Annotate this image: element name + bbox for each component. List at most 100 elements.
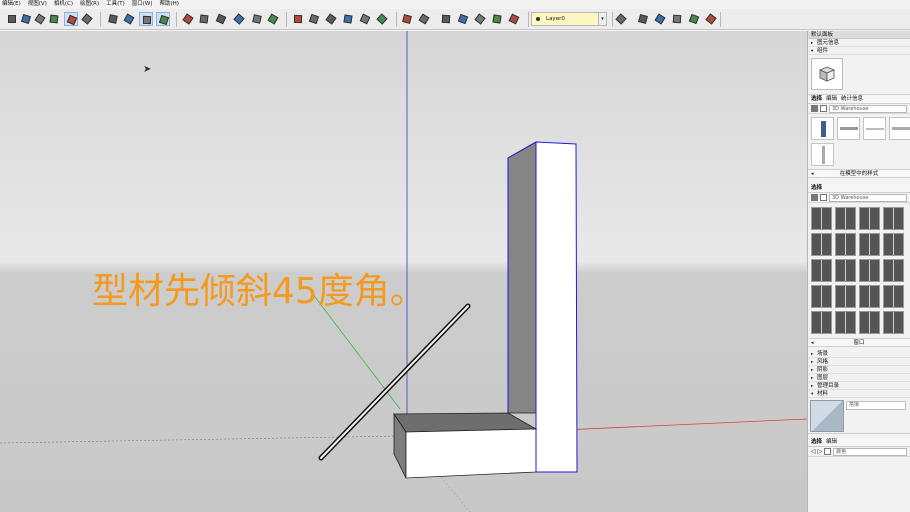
tab-materials-edit[interactable]: 编辑 [826, 438, 837, 446]
tray-section-entity-info[interactable]: ▸ 图元信息 [808, 39, 910, 47]
tab-edit[interactable]: 编辑 [826, 95, 837, 103]
select-icon[interactable] [5, 12, 19, 26]
window-component-thumb[interactable] [883, 311, 904, 334]
home-icon[interactable] [820, 105, 827, 112]
tray-section-layers[interactable]: ▸ 图层 [808, 374, 910, 382]
toolbar-separator [528, 12, 529, 27]
window-component-thumb[interactable] [811, 207, 832, 230]
color-icon[interactable] [80, 12, 94, 26]
layers-icon[interactable] [64, 12, 78, 26]
view-options-icon[interactable] [811, 105, 818, 112]
paint-bucket-icon[interactable] [33, 12, 47, 26]
window-component-thumb[interactable] [811, 285, 832, 308]
menu-edit[interactable]: 编辑(E) [2, 0, 21, 9]
hidden-line-icon[interactable] [490, 12, 504, 26]
window-component-thumb[interactable] [835, 285, 856, 308]
model-viewport[interactable]: 型材先倾斜45度角。 ➤ [0, 31, 807, 512]
window-component-thumb[interactable] [811, 233, 832, 256]
make-component-icon[interactable] [47, 12, 61, 26]
textured-icon[interactable] [456, 12, 470, 26]
shaded-icon[interactable] [439, 12, 453, 26]
material-swatch-icon[interactable] [810, 400, 844, 432]
back-arrow-icon-2[interactable]: ◂ [811, 339, 814, 348]
window-component-thumb[interactable] [859, 207, 880, 230]
right-view-icon[interactable] [341, 12, 355, 26]
window-component-thumb[interactable] [835, 207, 856, 230]
window-component-thumb[interactable] [883, 207, 904, 230]
window-component-thumb[interactable] [859, 259, 880, 282]
components-search-input[interactable]: 3D Warehouse [829, 104, 907, 113]
front-view-icon[interactable] [324, 12, 338, 26]
follow-me-icon[interactable] [156, 12, 170, 26]
menu-tools[interactable]: 工具(T) [106, 0, 125, 9]
window-component-thumb[interactable] [835, 233, 856, 256]
tab-statistics[interactable]: 统计信息 [841, 95, 863, 103]
menu-camera[interactable]: 相机(C) [54, 0, 73, 9]
axes-icon[interactable] [214, 12, 228, 26]
style-icon[interactable] [507, 12, 521, 26]
window-component-thumb[interactable] [835, 311, 856, 334]
tray-section-components[interactable]: ▾ 组件 [808, 47, 910, 55]
menu-view[interactable]: 视图(V) [28, 0, 47, 9]
walk-icon[interactable] [266, 12, 280, 26]
tray-section-outliner[interactable]: ▸ 管理目录 [808, 382, 910, 390]
tray-section-materials[interactable]: ▾ 材料 [808, 390, 910, 398]
window-component-thumb[interactable] [859, 233, 880, 256]
section-display-icon[interactable] [653, 12, 667, 26]
window-component-thumb[interactable] [811, 311, 832, 334]
xray-icon[interactable] [400, 12, 414, 26]
component-thumb-bar-2[interactable] [863, 117, 886, 140]
select-search-input[interactable]: 3D Warehouse [829, 193, 907, 202]
left-view-icon[interactable] [375, 12, 389, 26]
window-component-thumb[interactable] [859, 311, 880, 334]
dimension-icon[interactable] [250, 12, 264, 26]
eraser-icon[interactable] [19, 12, 33, 26]
back-arrow-icon[interactable]: ◂ [811, 170, 814, 179]
component-options-icon[interactable] [687, 12, 701, 26]
tab-materials-select[interactable]: 选择 [811, 438, 822, 446]
home-icon-2[interactable] [820, 194, 827, 201]
chevron-down-icon[interactable]: ▾ [598, 13, 606, 25]
wireframe-icon[interactable] [417, 12, 431, 26]
window-component-thumb[interactable] [835, 259, 856, 282]
tab-select[interactable]: 选择 [811, 95, 822, 103]
back-view-icon[interactable] [358, 12, 372, 26]
window-component-thumb[interactable] [859, 285, 880, 308]
rotate-icon[interactable] [139, 12, 153, 26]
component-thumb-post[interactable] [811, 143, 834, 166]
section-cut-icon[interactable] [670, 12, 684, 26]
tray-section-styles[interactable]: ▸ 风格 [808, 358, 910, 366]
window-component-thumb[interactable] [883, 233, 904, 256]
text-icon[interactable] [232, 12, 246, 26]
tray-section-scenes[interactable]: ▸ 场景 [808, 350, 910, 358]
component-thumb-person[interactable] [811, 117, 834, 140]
layer-manager-icon[interactable] [614, 12, 628, 26]
view-options-icon-2[interactable] [811, 194, 818, 201]
material-preview-area: 搭接 [808, 398, 910, 434]
extension-icon[interactable] [704, 12, 718, 26]
top-view-icon[interactable] [307, 12, 321, 26]
menu-window[interactable]: 窗口(W) [132, 0, 153, 9]
layer-dropdown[interactable]: Layer0 ▾ [531, 12, 607, 26]
nav-forward-icon[interactable]: ▷ [818, 448, 823, 455]
move-icon[interactable] [106, 12, 120, 26]
iso-view-icon[interactable] [291, 12, 305, 26]
window-component-thumb[interactable] [883, 259, 904, 282]
monochrome-icon[interactable] [473, 12, 487, 26]
nav-back-icon[interactable]: ◁ [811, 448, 816, 455]
tray-section-shadows[interactable]: ▸ 阴影 [808, 366, 910, 374]
tape-measure-icon[interactable] [181, 12, 195, 26]
material-name-field[interactable]: 搭接 [846, 401, 906, 410]
window-component-thumb[interactable] [811, 259, 832, 282]
push-pull-icon[interactable] [122, 12, 136, 26]
protractor-icon[interactable] [197, 12, 211, 26]
window-component-thumb[interactable] [883, 285, 904, 308]
menu-help[interactable]: 帮助(H) [160, 0, 179, 9]
home-icon-3[interactable] [824, 448, 832, 455]
section-plane-icon[interactable] [636, 12, 650, 26]
component-thumb-bar-1[interactable] [837, 117, 860, 140]
menu-draw[interactable]: 绘图(R) [80, 0, 99, 9]
component-thumb-bar-3[interactable] [889, 117, 910, 140]
materials-category-select[interactable]: 颜色 [833, 447, 907, 456]
tab-select-2[interactable]: 选择 [811, 184, 822, 192]
